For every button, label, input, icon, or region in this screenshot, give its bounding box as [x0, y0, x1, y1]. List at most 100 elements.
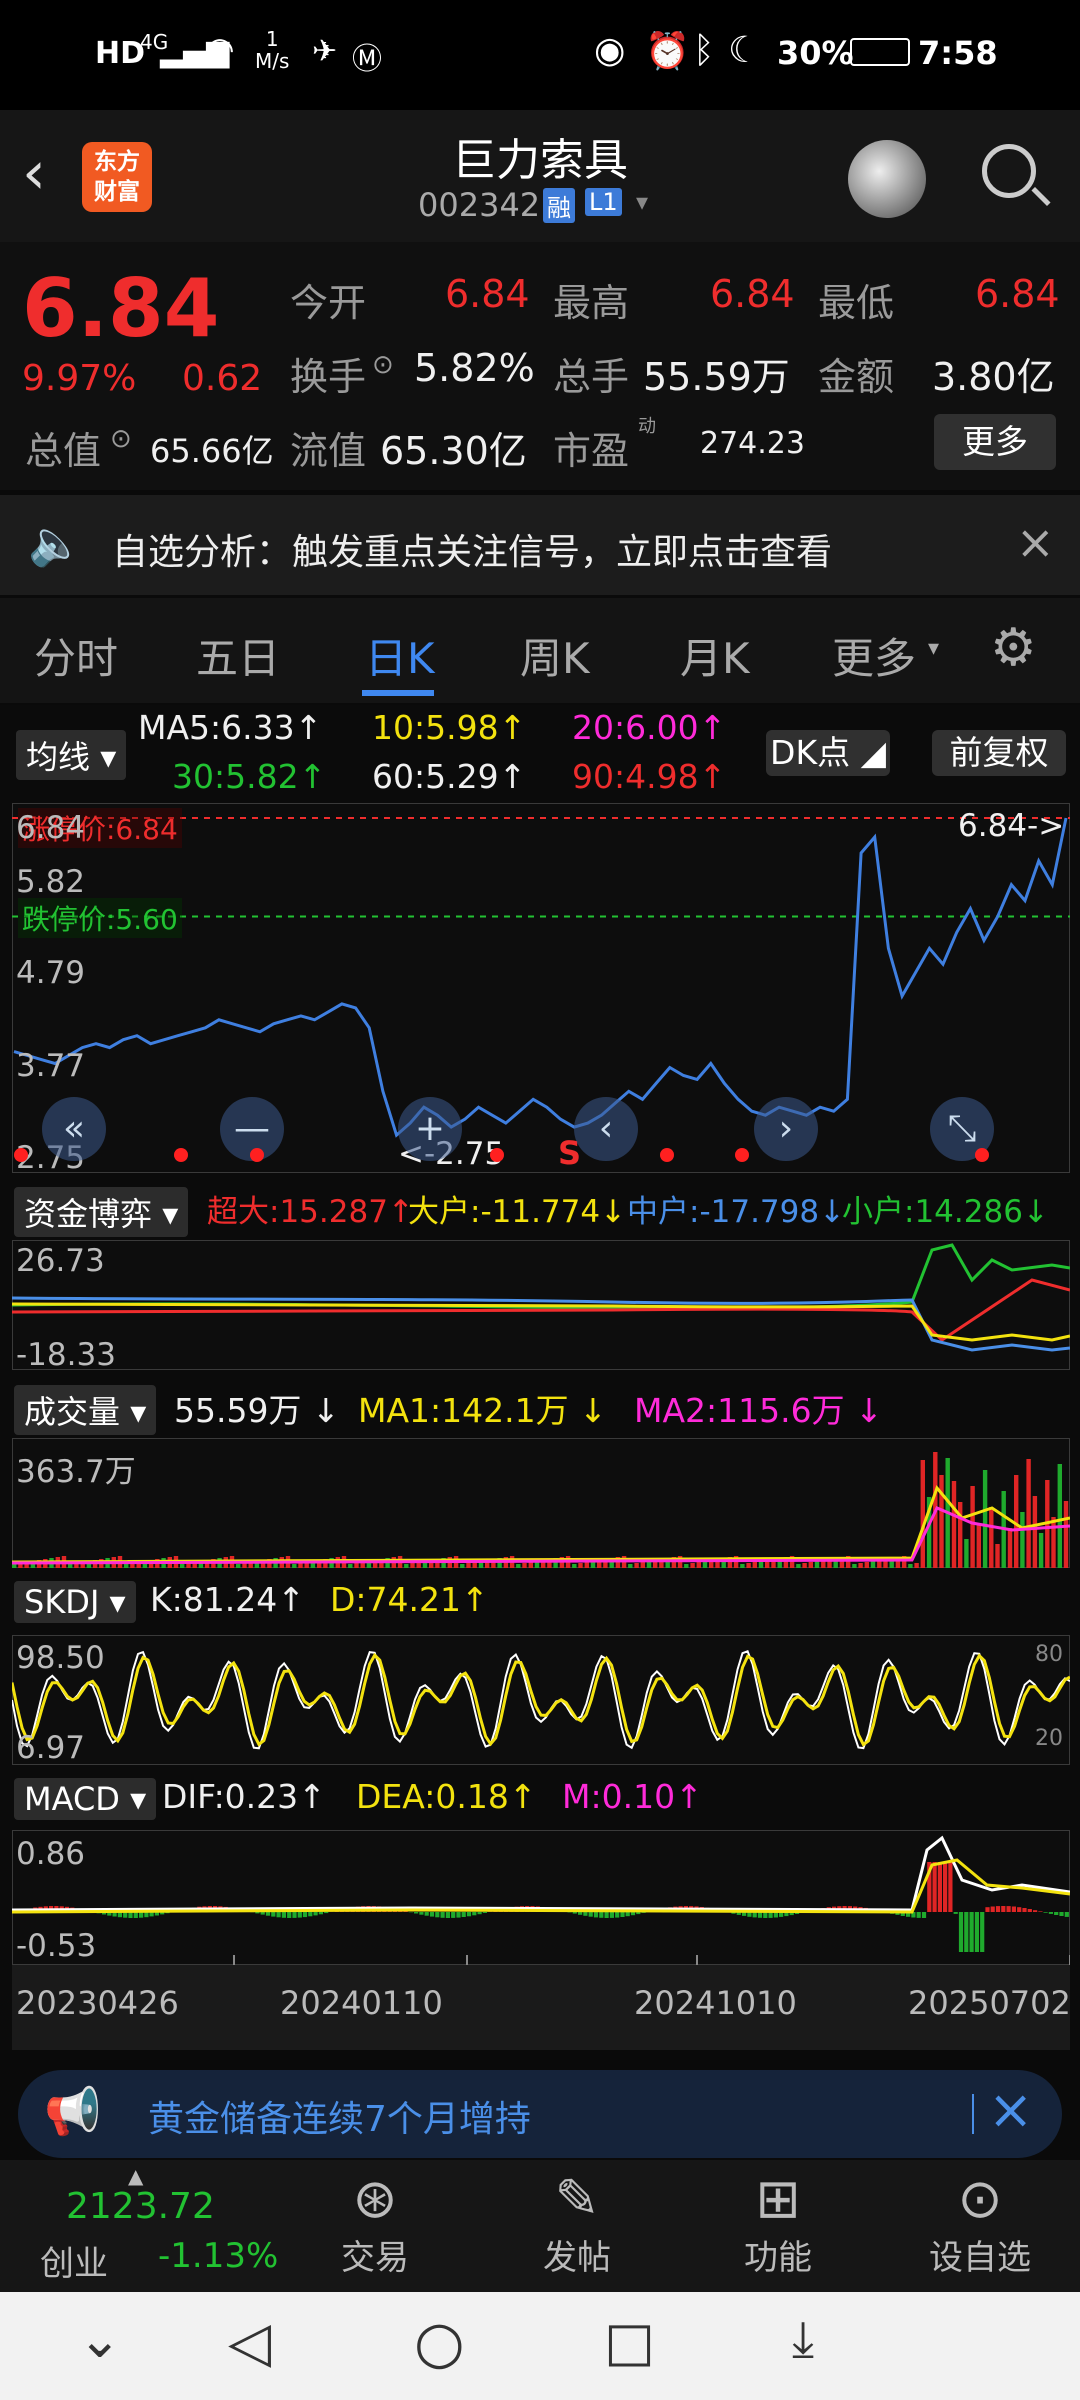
volume-bar [796, 1564, 801, 1568]
macd-dif-text: DIF:0.23 [162, 1777, 299, 1816]
volume-bars [12, 1452, 1070, 1568]
more-button[interactable]: 更多 [934, 414, 1056, 470]
news-text: 黄金储备连续7个月增持 [148, 2099, 531, 2140]
skdj-k: K:81.24↑ [150, 1580, 305, 1619]
volume-ma2-line [12, 1506, 1070, 1565]
tab-monthly-k[interactable]: 月K [680, 625, 750, 686]
info-icon[interactable]: ⊙ [110, 424, 132, 454]
tab-intraday[interactable]: 分时 [34, 625, 118, 686]
open-label: 今开 [290, 281, 367, 325]
volume-bar [124, 1564, 129, 1568]
macd-bar [953, 1912, 958, 1914]
capital-small-text: 小户:14.286 [842, 1194, 1023, 1230]
macd-bar [1017, 1907, 1022, 1912]
nav-post[interactable]: ✎ 发帖 [507, 2168, 647, 2279]
capital-lines [12, 1243, 1070, 1352]
nav-add-watchlist[interactable]: ⊙ 设自选 [910, 2168, 1050, 2279]
volume-bar [995, 1544, 1000, 1568]
tab-five-day[interactable]: 五日 [196, 625, 280, 686]
grid-icon: ⊞ [755, 2167, 801, 2230]
index-name[interactable]: 创业 [40, 2236, 108, 2285]
analysis-notice[interactable]: 🔈 自选分析：触发重点关注信号，立即点击查看 × [0, 495, 1080, 595]
robot-assistant-icon[interactable] [848, 140, 926, 218]
volume-bar [1038, 1533, 1044, 1568]
macd-bar [1064, 1912, 1069, 1917]
volume-bar [970, 1486, 975, 1568]
eye-icon: ◉ [594, 30, 626, 71]
clock: 7:58 [918, 34, 998, 72]
nav-trade[interactable]: ⊛ 交易 [305, 2168, 445, 2279]
scroll-left-icon[interactable]: ‹ [574, 1097, 638, 1161]
download-icon[interactable]: ⤓ [792, 2310, 814, 2369]
tab-daily-k[interactable]: 日K [365, 625, 435, 686]
chevron-down-icon[interactable]: ▾ [636, 188, 648, 216]
nav-functions[interactable]: ⊞ 功能 [708, 2168, 848, 2279]
ma-selector[interactable]: 均线 ▾ [16, 730, 127, 780]
macd-bar [281, 1912, 286, 1918]
signal-dot [174, 1148, 188, 1162]
megaphone-icon: 📢 [44, 2084, 102, 2138]
open-value: 6.84 [445, 272, 530, 316]
pe-label: 市盈 [553, 429, 630, 473]
capital-selector-label: 资金博弈 [24, 1195, 153, 1233]
macd-ymax: 0.86 [16, 1836, 86, 1872]
dk-point-button[interactable]: DK点 ◢ [766, 730, 890, 776]
macd-m: M:0.10↑ [562, 1777, 703, 1816]
macd-bar [287, 1912, 292, 1918]
search-icon[interactable] [982, 144, 1036, 198]
nav-trade-label: 交易 [341, 2238, 409, 2278]
volume-bar [684, 1564, 689, 1568]
macd-bar [1038, 1911, 1043, 1912]
recents-square-icon[interactable]: □ [604, 2310, 655, 2373]
close-icon[interactable]: × [988, 2078, 1033, 2141]
capital-selector[interactable]: 资金博弈 ▾ [14, 1187, 189, 1237]
index-change[interactable]: -1.13% [158, 2236, 278, 2276]
app-notif-icon-2: Ⓜ [352, 42, 382, 77]
turnover-label: 换手 [290, 355, 367, 399]
volume-ma2: MA2:115.6万 ↓ [634, 1391, 883, 1430]
ma90-text: 90:4.98 [572, 757, 699, 796]
macd-bar [276, 1912, 281, 1918]
y-label-3: 4.79 [16, 955, 86, 991]
macd-bar [297, 1912, 302, 1918]
tab-weekly-k[interactable]: 周K [520, 625, 590, 686]
macd-bar [599, 1912, 604, 1918]
ma-selector-label: 均线 [26, 738, 91, 776]
macd-bar [302, 1912, 308, 1918]
last-price: 6.84 [22, 262, 220, 355]
close-icon[interactable]: × [1016, 515, 1055, 569]
news-banner[interactable]: 📢 黄金储备连续7个月增持 × [18, 2070, 1062, 2158]
skdj-selector[interactable]: SKDJ ▾ [14, 1581, 136, 1623]
home-circle-icon[interactable]: ○ [414, 2308, 465, 2376]
macd-bar [1043, 1912, 1048, 1913]
capital-small: 小户:14.286↓ [842, 1194, 1049, 1230]
macd-dif: DIF:0.23↑ [162, 1777, 326, 1816]
volume-bar [236, 1564, 241, 1568]
chevron-down-icon[interactable]: ⌄ [78, 2310, 122, 2370]
chevron-down-icon: ▾ [928, 636, 940, 661]
pe-value: 274.23 [700, 426, 805, 461]
macd-selector[interactable]: MACD ▾ [14, 1778, 157, 1820]
search-icon-handle [1031, 186, 1051, 207]
adjust-button[interactable]: 前复权 [932, 730, 1066, 776]
scroll-left-fast-icon[interactable]: « [42, 1097, 106, 1161]
gear-icon[interactable]: ⚙ [990, 618, 1037, 678]
zoom-in-icon[interactable]: + [398, 1097, 462, 1161]
ma90-value: 90:4.98↑ [572, 757, 727, 796]
change-value: 0.62 [182, 358, 263, 399]
ma60-value: 60:5.29↑ [372, 757, 527, 796]
app-notif-icon: ✈ [312, 34, 338, 69]
trade-icon: ⊛ [352, 2167, 398, 2230]
volume-bar [696, 1562, 701, 1568]
change-percent: 9.97% [22, 358, 137, 399]
back-triangle-icon[interactable]: ◁ [228, 2310, 271, 2375]
index-value[interactable]: 2123.72 [66, 2186, 215, 2227]
volume-bar [634, 1563, 639, 1568]
volume-bar [808, 1562, 813, 1568]
info-icon[interactable]: ⊙ [372, 350, 394, 380]
macd-bar [456, 1912, 461, 1918]
scroll-right-icon[interactable]: › [754, 1097, 818, 1161]
volume-selector[interactable]: 成交量 ▾ [14, 1385, 157, 1435]
skdj-k-text: K:81.24 [150, 1580, 278, 1619]
tab-more[interactable]: 更多 [832, 625, 916, 686]
